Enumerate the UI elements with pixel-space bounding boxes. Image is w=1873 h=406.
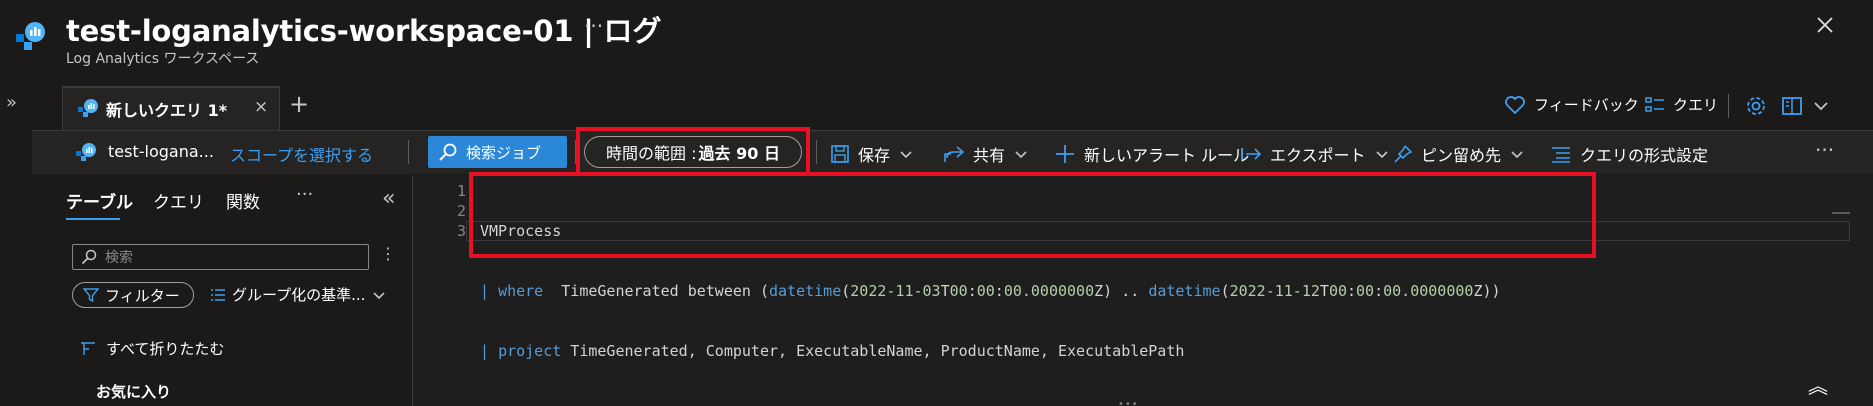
highlight-box — [576, 127, 810, 176]
divider — [1728, 94, 1729, 118]
expand-editor-icon[interactable]: ︽ — [1808, 370, 1828, 399]
pin-label: ピン留め先 — [1421, 146, 1502, 165]
tab-tables[interactable]: テーブル — [66, 188, 133, 213]
query-tab-icon — [78, 98, 98, 118]
filter-label: フィルター — [105, 286, 180, 305]
queries-button[interactable]: クエリ — [1645, 94, 1718, 115]
expand-rail-icon[interactable]: » — [6, 92, 17, 113]
more-commands-button[interactable]: ··· — [1815, 138, 1834, 162]
divider — [816, 140, 817, 164]
group-by-label: グループ化の基準... — [232, 286, 366, 304]
chevron-down-icon — [371, 287, 387, 303]
search-input[interactable]: 検索 — [72, 244, 369, 270]
log-analytics-logo-icon — [16, 20, 46, 50]
resize-grip[interactable]: ••• — [1118, 399, 1139, 406]
new-alert-label: 新しいアラート ルール — [1084, 146, 1250, 165]
left-rail — [0, 80, 32, 406]
scope-name: test-logana... — [108, 142, 214, 161]
new-alert-rule-button[interactable]: 新しいアラート ルール — [1054, 142, 1249, 166]
workspace-icon — [76, 142, 96, 162]
save-button[interactable]: 保存 — [830, 142, 914, 166]
search-job-label: 検索ジョブ — [466, 143, 542, 162]
filter-button[interactable]: フィルター — [72, 282, 194, 308]
code-line-3[interactable]: | project TimeGenerated, Computer, Execu… — [480, 341, 1501, 361]
book-icon[interactable] — [1780, 94, 1804, 118]
code-line-2[interactable]: | where TimeGenerated between (datetime(… — [480, 281, 1501, 301]
group-list-icon — [210, 287, 226, 303]
page-title: test-loganalytics-workspace-01 | ログ — [66, 14, 662, 48]
line-number: 2 — [456, 202, 466, 220]
collapse-all-label: すべて折りたたむ — [106, 340, 225, 358]
more-options-button[interactable]: ··· — [584, 14, 603, 38]
queries-label: クエリ — [1673, 96, 1719, 114]
favorites-heading: お気に入り — [96, 383, 172, 401]
divider — [408, 140, 409, 164]
search-icon — [81, 249, 97, 265]
line-number: 1 — [456, 182, 466, 200]
search-job-button[interactable]: 検索ジョブ — [428, 136, 567, 168]
chevron-down-icon — [1013, 146, 1029, 162]
collapse-all-button[interactable]: すべて折りたたむ — [80, 338, 224, 359]
line-numbers: 1 2 3 — [440, 181, 466, 241]
more-tabs-button[interactable]: ··· — [296, 184, 313, 205]
export-button[interactable]: エクスポート — [1240, 142, 1390, 166]
gear-icon[interactable] — [1744, 94, 1768, 118]
tab-close-icon[interactable]: × — [254, 97, 268, 117]
add-tab-icon[interactable]: + — [289, 90, 309, 118]
share-icon — [943, 144, 965, 164]
format-lines-icon — [1550, 144, 1572, 164]
chevron-down-icon — [1509, 146, 1525, 162]
search-options-button[interactable]: ⋮ — [380, 244, 396, 263]
chevron-down-icon — [1374, 146, 1390, 162]
line-number: 3 — [456, 222, 466, 240]
search-icon — [438, 142, 458, 162]
chevron-down-icon — [898, 146, 914, 162]
pin-to-button[interactable]: ピン留め先 — [1393, 142, 1525, 166]
share-button[interactable]: 共有 — [943, 142, 1029, 166]
format-query-button[interactable]: クエリの形式設定 — [1550, 142, 1708, 166]
save-icon — [830, 144, 850, 164]
close-icon[interactable] — [1816, 16, 1834, 34]
highlight-box — [469, 172, 1596, 258]
tab-functions[interactable]: 関数 — [226, 188, 260, 213]
save-label: 保存 — [858, 146, 891, 165]
select-scope-link[interactable]: スコープを選択する — [230, 142, 373, 166]
export-icon — [1240, 144, 1262, 164]
scrollbar-marker — [1832, 212, 1850, 214]
collapse-pane-icon[interactable]: « — [382, 186, 395, 211]
plus-icon — [1054, 143, 1076, 165]
tab-queries[interactable]: クエリ — [153, 188, 204, 213]
filter-icon — [83, 287, 99, 303]
collapse-all-icon — [80, 341, 96, 357]
feedback-button[interactable]: フィードバック — [1504, 94, 1639, 115]
share-label: 共有 — [973, 146, 1006, 165]
chevron-down-icon[interactable] — [1812, 94, 1830, 118]
group-by-button[interactable]: グループ化の基準... — [210, 284, 387, 305]
feedback-label: フィードバック — [1534, 96, 1639, 114]
heart-icon — [1504, 95, 1526, 115]
tab-label: 新しいクエリ 1* — [106, 101, 228, 120]
format-label: クエリの形式設定 — [1580, 146, 1709, 165]
pin-icon — [1393, 144, 1413, 164]
page-subtitle: Log Analytics ワークスペース — [66, 51, 260, 67]
active-tab-indicator — [66, 218, 120, 220]
export-label: エクスポート — [1270, 146, 1366, 165]
search-placeholder: 検索 — [105, 250, 133, 266]
queries-list-icon — [1645, 96, 1665, 114]
